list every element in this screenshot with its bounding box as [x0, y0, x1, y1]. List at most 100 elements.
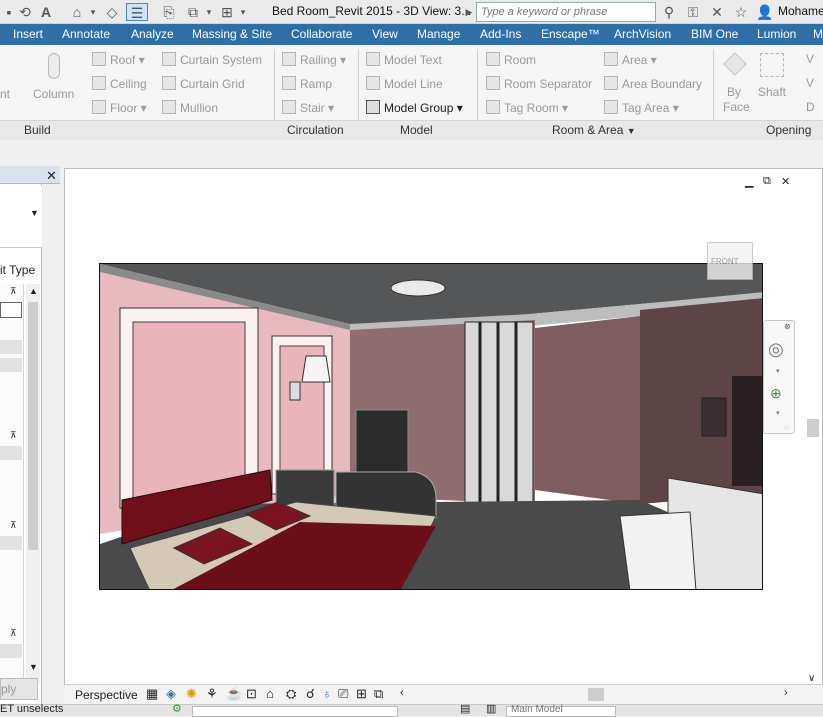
shaft-button[interactable]: Shaft [758, 85, 786, 99]
section-icon[interactable]: ◇ [104, 3, 120, 21]
worksharing-icon[interactable]: ⎚ [338, 686, 348, 702]
type-selector[interactable]: ▼ [0, 186, 42, 248]
rendered-bedroom-view[interactable] [99, 263, 763, 590]
model-group-button[interactable]: Model Group ▾ [366, 100, 463, 115]
view-vertical-scrollbar[interactable]: ∨ [805, 193, 821, 691]
rendering-icon[interactable]: ☕ [226, 686, 242, 702]
properties-scrollbar[interactable]: ▲ ▼ [26, 284, 40, 684]
railing-button[interactable]: Railing ▾ [282, 52, 346, 67]
tab-collaborate[interactable]: Collaborate [291, 27, 352, 41]
expand-arrow-icon[interactable]: ▶ [464, 3, 474, 21]
tab-archvision[interactable]: ArchVision [614, 27, 671, 41]
room-separator-button[interactable]: Room Separator [486, 76, 592, 91]
close-icon[interactable]: ⊗ [784, 322, 791, 331]
collapse-icon[interactable]: ⊼ [10, 430, 17, 441]
design-option-selector[interactable]: Main Model [506, 704, 616, 717]
shadows-icon[interactable]: ⚘ [206, 686, 218, 702]
mullion-button[interactable]: Mullion [162, 100, 218, 115]
panel-title-room-area[interactable]: Room & Area ▼ [552, 123, 636, 137]
wall-opening-icon[interactable]: V [806, 52, 814, 66]
communication-icon[interactable]: ✕ [708, 3, 726, 21]
tab-manage[interactable]: Manage [417, 27, 460, 41]
by-face-label-1[interactable]: By [727, 85, 741, 99]
scroll-up-icon[interactable]: ▲ [29, 286, 38, 296]
highlight-icon[interactable]: ⧉ [374, 686, 383, 702]
tab-view[interactable]: View [372, 27, 398, 41]
horizontal-scroll-thumb[interactable] [588, 688, 604, 701]
room-button[interactable]: Room [486, 52, 536, 67]
scroll-down-icon[interactable]: ∨ [808, 673, 815, 684]
collapse-icon[interactable]: ⊼ [10, 520, 17, 531]
chevron-down-icon[interactable]: ▾ [776, 409, 780, 417]
text-icon[interactable]: A [38, 3, 54, 21]
panel-title-build[interactable]: Build [24, 123, 51, 137]
model-text-button[interactable]: Model Text [366, 52, 442, 67]
editable-only-icon[interactable]: ▤ [460, 702, 470, 715]
3d-view-icon[interactable]: ⌂ [68, 3, 86, 21]
lock-3d-view-icon[interactable]: ⛭ [286, 686, 296, 702]
column-button[interactable]: Column [33, 87, 74, 101]
temporary-hide-icon[interactable]: ☌ [306, 686, 315, 702]
panel-title-circulation[interactable]: Circulation [287, 123, 344, 137]
options-icon[interactable]: ◌ [784, 423, 789, 432]
stair-button[interactable]: Stair ▾ [282, 100, 334, 115]
tab-add-ins[interactable]: Add-Ins [480, 27, 521, 41]
sync-icon[interactable]: ⟲ [18, 3, 32, 21]
area-boundary-button[interactable]: Area Boundary [604, 76, 702, 91]
minimize-icon[interactable]: ▁ [745, 175, 753, 188]
close-icon[interactable]: ✕ [46, 168, 57, 184]
thin-lines-icon[interactable]: ☰ [126, 3, 148, 21]
property-input[interactable] [0, 302, 22, 318]
subscription-icon[interactable]: ⚿ [684, 3, 702, 21]
scroll-left-icon[interactable]: ‹ [400, 687, 404, 699]
curtain-system-button[interactable]: Curtain System [162, 52, 262, 67]
tab-enscape[interactable]: Enscape™ [541, 27, 600, 41]
switch-windows-icon[interactable]: ⧉ [184, 3, 202, 21]
steering-wheel-icon[interactable]: ◎ [768, 339, 784, 360]
roof-button[interactable]: Roof ▾ [92, 52, 145, 67]
collapse-icon[interactable]: ⊼ [10, 628, 17, 639]
viewcube[interactable]: FRONT [707, 242, 753, 280]
reveal-hidden-icon[interactable]: ♁ [322, 686, 332, 701]
scroll-down-icon[interactable]: ▼ [29, 662, 38, 672]
tag-room-button[interactable]: Tag Room ▾ [486, 100, 568, 115]
customize-icon[interactable]: ⊞ [218, 3, 236, 21]
tag-area-button[interactable]: Tag Area ▾ [604, 100, 679, 115]
tab-insert[interactable]: Insert [13, 27, 43, 41]
vertical-opening-icon[interactable]: V [806, 76, 814, 90]
scroll-thumb[interactable] [807, 419, 819, 437]
ramp-button[interactable]: Ramp [282, 76, 332, 91]
close-icon[interactable]: ✕ [781, 175, 790, 188]
tab-bim-one[interactable]: BIM One [691, 27, 738, 41]
scroll-right-icon[interactable]: › [784, 687, 788, 699]
show-crop-icon[interactable]: ⌂ [266, 686, 274, 701]
restore-icon[interactable]: ⧉ [763, 175, 771, 188]
model-line-button[interactable]: Model Line [366, 76, 443, 91]
analytical-model-icon[interactable]: ⊞ [356, 686, 367, 702]
workset-selector[interactable] [192, 706, 398, 717]
floor-button[interactable]: Floor ▾ [92, 100, 147, 115]
sun-path-icon[interactable]: ✺ [186, 686, 197, 702]
tab-analyze[interactable]: Analyze [131, 27, 174, 41]
panel-title-model[interactable]: Model [400, 123, 433, 137]
crop-view-icon[interactable]: ⊡ [246, 686, 257, 702]
tab-massing-site[interactable]: Massing & Site [192, 27, 272, 41]
visual-style-icon[interactable]: ◈ [166, 686, 176, 702]
workset-icon[interactable]: ⚙ [172, 702, 182, 715]
tab-annotate[interactable]: Annotate [62, 27, 110, 41]
save-icon[interactable]: ▪ [2, 3, 16, 21]
panel-title-opening[interactable]: Opening [766, 123, 811, 137]
curtain-grid-button[interactable]: Curtain Grid [162, 76, 245, 91]
dropdown-icon[interactable]: ▾ [204, 3, 214, 21]
collapse-icon[interactable]: ⊼ [10, 286, 17, 297]
zoom-icon[interactable]: ⊕ [770, 385, 782, 402]
star-icon[interactable]: ☆ [732, 3, 750, 21]
dropdown-icon[interactable]: ▾ [88, 3, 98, 21]
apply-button[interactable]: ply [0, 678, 38, 700]
edit-type-label[interactable]: it Type [0, 263, 35, 277]
dormer-icon[interactable]: D [806, 100, 815, 114]
design-options-icon[interactable]: ▥ [486, 702, 496, 715]
area-button[interactable]: Area ▾ [604, 52, 657, 67]
ceiling-button[interactable]: Ceiling [92, 76, 147, 91]
tab-more[interactable]: M [813, 27, 823, 41]
